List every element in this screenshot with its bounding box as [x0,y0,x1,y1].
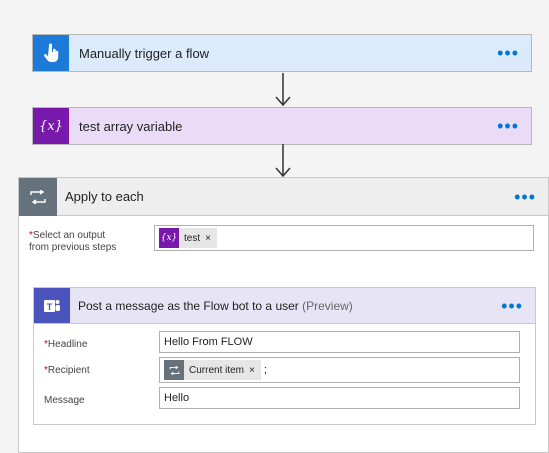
svg-text:T: T [47,302,53,312]
variable-icon: {x} [159,228,179,248]
token-current-item[interactable]: Current item × [164,360,261,380]
post-message-title: Post a message as the Flow bot to a user… [78,299,501,313]
recipient-input[interactable]: Current item × ; [159,357,520,383]
post-message-card: T Post a message as the Flow bot to a us… [33,287,536,425]
variable-icon: {x} [33,108,69,144]
variable-title: test array variable [79,118,183,134]
token-remove-button[interactable]: × [205,233,217,244]
message-value: Hello [164,392,190,404]
variable-menu-button[interactable]: ••• [497,117,531,135]
trigger-title: Manually trigger a flow [79,45,210,61]
flow-canvas: Manually trigger a flow ••• {x} test arr… [0,0,549,453]
headline-label-text: Headline [47,339,88,350]
recipient-label: *Recipient [44,365,90,377]
teams-icon: T [34,288,70,323]
select-output-label: *Select an output from previous steps [29,230,116,254]
headline-input[interactable]: Hello From FLOW [159,331,520,353]
recipient-label-text: Recipient [47,365,90,376]
apply-to-each-title: Apply to each [65,189,144,204]
token-label: test [184,232,201,244]
select-output-label-line1: Select an output [32,230,106,241]
trigger-menu-button[interactable]: ••• [497,44,531,62]
apply-to-each-card: Apply to each ••• *Select an output from… [18,177,549,453]
connector-arrow-2 [275,144,291,178]
post-message-header[interactable]: T Post a message as the Flow bot to a us… [34,288,535,324]
select-output-label-line2: from previous steps [29,242,117,253]
token-label: Current item [189,364,245,376]
recipient-separator: ; [263,364,267,376]
preview-tag: (Preview) [302,298,353,313]
message-label-text: Message [44,395,85,406]
apply-to-each-header[interactable]: Apply to each ••• [19,177,548,216]
variable-card[interactable]: {x} test array variable ••• [32,107,532,145]
select-output-input[interactable]: {x} test × [154,225,534,251]
connector-arrow-1 [275,73,291,107]
headline-value: Hello From FLOW [164,336,253,348]
token-test[interactable]: {x} test × [159,228,217,248]
message-label: Message [44,395,85,407]
headline-label: *Headline [44,339,87,351]
message-input[interactable]: Hello [159,387,520,409]
loop-icon [164,360,184,380]
loop-icon [19,177,57,216]
apply-to-each-menu-button[interactable]: ••• [514,188,548,206]
trigger-card[interactable]: Manually trigger a flow ••• [32,34,532,72]
post-message-title-text: Post a message as the Flow bot to a user [78,298,299,313]
token-remove-button[interactable]: × [249,365,261,376]
post-message-menu-button[interactable]: ••• [501,297,535,315]
hand-tap-icon [33,35,69,71]
